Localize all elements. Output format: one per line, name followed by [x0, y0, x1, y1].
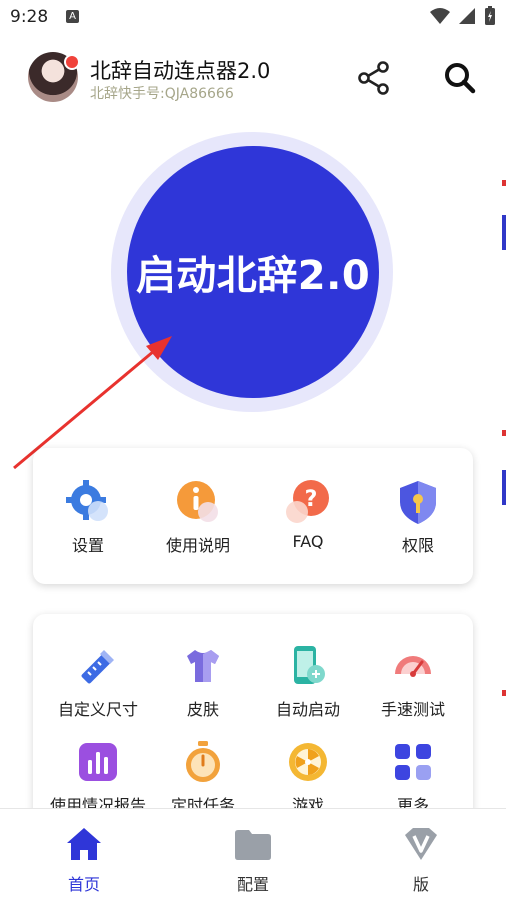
speedometer-icon [395, 656, 431, 677]
home-icon [67, 828, 101, 860]
stopwatch-icon [186, 741, 220, 782]
settings-label: 设置 [71, 536, 104, 555]
notification-dot [64, 54, 80, 70]
status-icons [430, 6, 496, 26]
share-icon[interactable] [356, 60, 392, 96]
permissions-label: 权限 [401, 536, 434, 555]
search-icon[interactable] [440, 60, 480, 96]
instructions-button[interactable]: 使用说明 [143, 478, 253, 556]
gear-icon [66, 480, 108, 521]
status-bar: 9:28 A [0, 0, 506, 34]
folder-icon [235, 830, 271, 860]
bar-chart-icon [79, 743, 117, 781]
tools-card: 自定义尺寸 皮肤 自动启动 手速测试 使用情况报告 定时任务 游戏 更多 [33, 614, 473, 824]
avatar[interactable] [28, 52, 80, 102]
info-icon [177, 481, 218, 522]
nav-version-label: 版 [412, 875, 429, 894]
bottom-nav: 首页 配置 版 [0, 809, 506, 899]
more-button[interactable]: 更多 [358, 738, 468, 816]
battery-icon [485, 6, 495, 25]
custom-size-button[interactable]: 自定义尺寸 [43, 642, 153, 720]
question-icon: ? [286, 480, 329, 523]
shield-icon [400, 481, 436, 524]
usage-report-button[interactable]: 使用情况报告 [43, 738, 153, 816]
auto-start-button[interactable]: 自动启动 [253, 642, 363, 720]
status-time: 9:28 [10, 7, 49, 27]
speed-test-button[interactable]: 手速测试 [358, 642, 468, 720]
settings-button[interactable]: 设置 [33, 478, 143, 556]
notification-icon: A [66, 10, 79, 23]
nav-config-label: 配置 [236, 875, 269, 894]
custom-size-label: 自定义尺寸 [57, 700, 138, 719]
wheel-icon [289, 743, 327, 781]
shirt-icon [187, 650, 219, 682]
instructions-label: 使用说明 [165, 536, 230, 555]
faq-label: FAQ [292, 532, 324, 551]
quick-actions-card: 设置 使用说明 ? FAQ 权限 [33, 448, 473, 584]
games-button[interactable]: 游戏 [253, 738, 363, 816]
skin-button[interactable]: 皮肤 [148, 642, 258, 720]
start-button-label: 启动北辞2.0 [135, 253, 371, 299]
nav-home-label: 首页 [67, 875, 100, 894]
edge-artifact [502, 180, 506, 696]
app-title: 北辞自动连点器2.0 [90, 59, 271, 83]
app-header: 北辞自动连点器2.0 北辞快手号:QJA86666 [0, 40, 506, 110]
nav-config[interactable]: 配置 [193, 825, 313, 895]
auto-start-label: 自动启动 [275, 700, 340, 719]
account-id: 北辞快手号:QJA86666 [90, 86, 234, 102]
scheduled-task-button[interactable]: 定时任务 [148, 738, 258, 816]
phone-link-icon [294, 646, 325, 684]
grid-icon [395, 744, 431, 780]
nav-version[interactable]: 版 [361, 825, 481, 895]
signal-icon [459, 8, 475, 24]
speed-test-label: 手速测试 [380, 700, 445, 719]
permissions-button[interactable]: 权限 [363, 478, 473, 556]
ruler-pencil-icon [81, 650, 114, 684]
wifi-icon [430, 8, 450, 24]
skin-label: 皮肤 [186, 700, 219, 719]
v-badge-icon [405, 828, 437, 860]
nav-home[interactable]: 首页 [24, 825, 144, 895]
faq-button[interactable]: ? FAQ [253, 478, 363, 551]
